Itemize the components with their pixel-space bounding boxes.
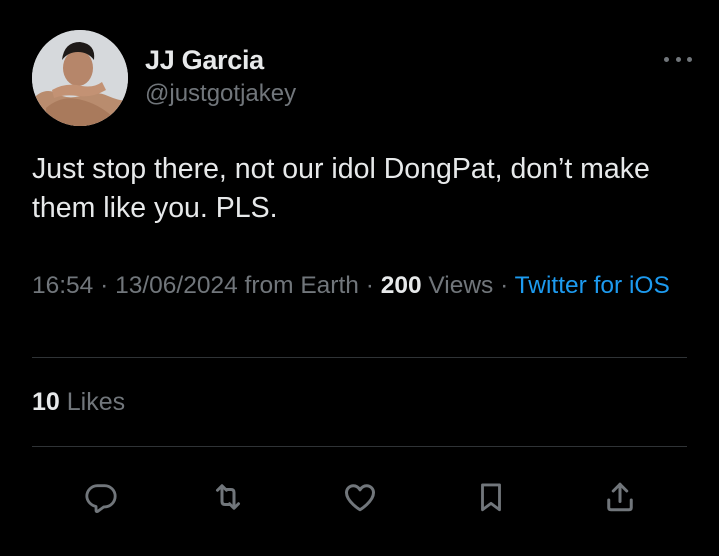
author-block: JJ Garcia @justgotjakey <box>145 44 296 110</box>
likes-label: Likes <box>59 388 126 416</box>
avatar[interactable] <box>32 30 128 126</box>
divider <box>32 357 687 358</box>
profile-photo-icon <box>32 30 128 126</box>
share-icon <box>607 482 633 512</box>
action-bar <box>0 472 719 522</box>
author-display-name[interactable]: JJ Garcia <box>145 44 296 76</box>
reply-icon <box>85 484 117 514</box>
tweet-header: JJ Garcia @justgotjakey <box>32 30 692 126</box>
tweet-location: from Earth <box>237 272 359 299</box>
tweet-meta: 16:54 · 13/06/2024 from Earth · 200 View… <box>32 268 682 303</box>
share-button[interactable] <box>595 472 645 522</box>
meta-separator: · <box>358 272 381 299</box>
tweet-date[interactable]: 13/06/2024 <box>115 272 238 299</box>
likes-stat[interactable]: 10 Likes <box>32 385 125 419</box>
tweet-card: JJ Garcia @justgotjakey Just stop there,… <box>0 0 719 556</box>
meta-separator: · <box>493 272 515 299</box>
views-label: Views <box>421 272 494 299</box>
meta-separator: · <box>93 272 116 299</box>
retweet-icon <box>216 484 240 510</box>
retweet-button[interactable] <box>203 472 253 522</box>
like-button[interactable] <box>335 472 385 522</box>
reply-button[interactable] <box>76 472 126 522</box>
tweet-text: Just stop there, not our idol DongPat, d… <box>32 153 658 224</box>
tweet-source-link[interactable]: Twitter for iOS <box>515 272 670 299</box>
author-handle[interactable]: @justgotjakey <box>145 78 296 110</box>
divider <box>32 446 687 447</box>
tweet-time[interactable]: 16:54 <box>32 272 93 299</box>
likes-count: 10 <box>32 388 60 416</box>
bookmark-button[interactable] <box>466 472 516 522</box>
more-options-icon[interactable] <box>664 52 692 66</box>
views-count: 200 <box>380 272 422 299</box>
like-icon <box>345 484 375 512</box>
bookmark-icon <box>481 483 501 512</box>
